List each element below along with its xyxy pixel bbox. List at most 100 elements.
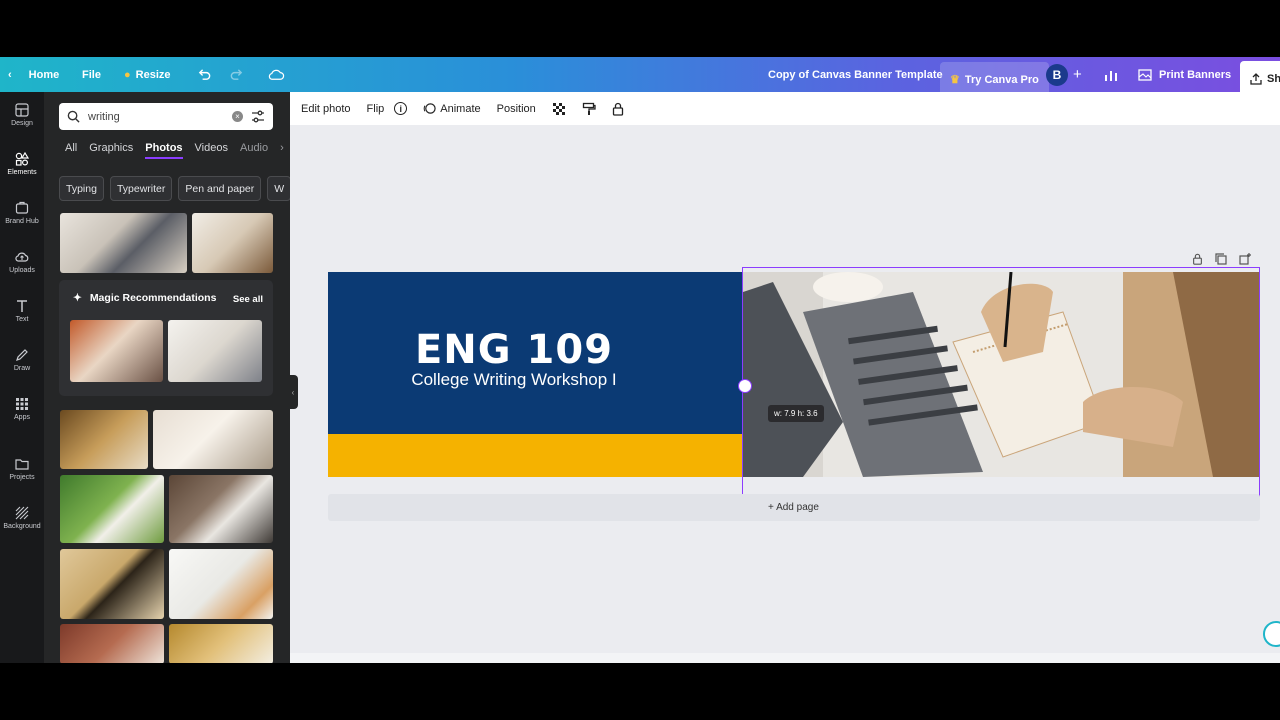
photo-thumbnail[interactable] — [153, 410, 273, 469]
rail-label: Brand Hub — [5, 218, 39, 225]
magic-assistant-button[interactable] — [1263, 621, 1280, 647]
chip-typewriter[interactable]: Typewriter — [109, 176, 173, 201]
photo-thumbnail[interactable] — [168, 320, 262, 382]
photo-thumbnail[interactable] — [60, 624, 164, 663]
filter-icon[interactable] — [251, 110, 265, 123]
animate-icon — [424, 103, 436, 114]
crown-icon: ♛ — [950, 74, 960, 86]
add-page-label[interactable]: + Add page — [768, 502, 819, 513]
transparency-icon[interactable] — [552, 102, 566, 116]
rail-label: Text — [15, 316, 29, 323]
page-controls — [1192, 253, 1251, 265]
result-type-tabs: All Graphics Photos Videos Audio › — [65, 142, 284, 159]
undo-button[interactable] — [197, 57, 212, 92]
rail-label: Draw — [13, 365, 31, 372]
flip-button[interactable]: Flip — [367, 103, 385, 115]
rail-item-projects[interactable]: Projects — [0, 446, 44, 492]
undo-icon — [198, 69, 211, 80]
rail-item-elements[interactable]: Elements — [0, 141, 44, 187]
home-link[interactable]: ‹ Home — [8, 57, 59, 92]
share-button[interactable]: Sha — [1240, 61, 1280, 96]
cloud-upload-icon — [15, 252, 29, 262]
apps-grid-icon — [16, 398, 28, 410]
file-menu[interactable]: File — [82, 57, 101, 92]
chip-typing[interactable]: Typing — [59, 176, 104, 201]
photo-thumbnail[interactable] — [192, 213, 273, 273]
cloud-save-status[interactable] — [268, 57, 285, 92]
redo-button[interactable] — [229, 57, 244, 92]
info-icon[interactable]: i — [394, 102, 408, 115]
shapes-icon — [15, 152, 29, 166]
print-banners-button[interactable]: Print Banners — [1138, 57, 1231, 92]
banner-yellow-stripe[interactable] — [328, 434, 743, 477]
photo-thumbnail[interactable] — [60, 549, 164, 619]
flip-group: Flip i — [367, 102, 408, 115]
tab-graphics[interactable]: Graphics — [89, 142, 133, 159]
home-label: Home — [28, 68, 60, 81]
rail-item-design[interactable]: Design — [0, 92, 44, 138]
print-icon — [1138, 68, 1152, 81]
tab-audio[interactable]: Audio — [240, 142, 268, 159]
duplicate-icon[interactable] — [1215, 253, 1227, 265]
avatar: B — [1046, 63, 1068, 86]
layout-icon — [15, 103, 29, 117]
search-icon — [67, 110, 80, 123]
edit-photo-button[interactable]: Edit photo — [301, 103, 351, 115]
canvas-footer — [290, 653, 1280, 663]
animate-button[interactable]: Animate — [423, 102, 481, 115]
rail-item-uploads[interactable]: Uploads — [0, 239, 44, 285]
paint-roller-icon[interactable] — [582, 102, 596, 116]
rail-item-text[interactable]: Text — [0, 288, 44, 334]
photo-thumbnail[interactable] — [60, 410, 148, 469]
chip-pen-and-paper[interactable]: Pen and paper — [178, 176, 262, 201]
add-collaborator-button[interactable]: + — [1073, 57, 1082, 92]
clear-search-icon[interactable]: × — [232, 111, 243, 122]
photo-thumbnail[interactable] — [60, 213, 187, 273]
banner-title[interactable]: ENG 109 — [328, 327, 700, 373]
photo-thumbnail[interactable] — [169, 549, 273, 619]
chip-more[interactable]: W — [267, 176, 290, 201]
photo-thumbnail[interactable] — [169, 475, 273, 543]
account-avatar[interactable]: B — [1046, 57, 1068, 92]
document-title[interactable]: Copy of Canvas Banner Template — [768, 57, 943, 92]
suggestion-chips: Typing Typewriter Pen and paper W — [59, 176, 290, 201]
photo-thumbnail[interactable] — [60, 475, 164, 543]
chevron-left-icon: ‹ — [8, 68, 12, 81]
left-rail: Design Elements Brand Hub Uploads Text D… — [0, 92, 44, 663]
see-all-link[interactable]: See all — [233, 294, 263, 305]
animate-label: Animate — [440, 102, 481, 115]
tab-videos[interactable]: Videos — [195, 142, 228, 159]
rail-item-draw[interactable]: Draw — [0, 337, 44, 383]
top-bar: ‹ Home File ● Resize Copy of Canvas Bann… — [0, 57, 1280, 97]
rail-label: Uploads — [9, 267, 35, 274]
photo-thumbnail[interactable] — [169, 624, 273, 663]
pen-icon — [16, 349, 28, 361]
rail-label: Design — [11, 120, 33, 127]
tab-photos[interactable]: Photos — [145, 142, 183, 159]
rail-item-apps[interactable]: Apps — [0, 386, 44, 432]
banner-subtitle[interactable]: College Writing Workshop I — [328, 370, 700, 390]
insights-button[interactable] — [1104, 57, 1118, 92]
plus-icon: + — [1073, 66, 1082, 83]
cloud-icon — [268, 69, 285, 80]
redo-icon — [230, 69, 243, 80]
position-button[interactable]: Position — [497, 103, 536, 115]
rail-item-brand-hub[interactable]: Brand Hub — [0, 190, 44, 236]
chevron-left-icon: ‹ — [291, 387, 295, 397]
try-pro-label: Try Canva Pro — [964, 73, 1039, 86]
lock-icon[interactable] — [612, 102, 624, 116]
lock-icon[interactable] — [1192, 253, 1203, 265]
chevron-right-icon[interactable]: › — [280, 142, 284, 159]
photo-thumbnail[interactable] — [70, 320, 163, 382]
selection-frame[interactable] — [742, 267, 1260, 505]
add-page-icon[interactable] — [1239, 253, 1251, 265]
resize-handle[interactable] — [738, 379, 752, 393]
search-input[interactable]: writing × — [59, 103, 273, 130]
tab-all[interactable]: All — [65, 142, 77, 159]
collapse-panel-button[interactable]: ‹ — [288, 375, 298, 409]
canva-editor: ‹ Home File ● Resize Copy of Canvas Bann… — [0, 57, 1280, 663]
bar-chart-icon — [1105, 70, 1117, 81]
rail-item-background[interactable]: Background — [0, 495, 44, 541]
brand-icon — [15, 201, 29, 214]
resize-button[interactable]: ● Resize — [124, 57, 171, 92]
